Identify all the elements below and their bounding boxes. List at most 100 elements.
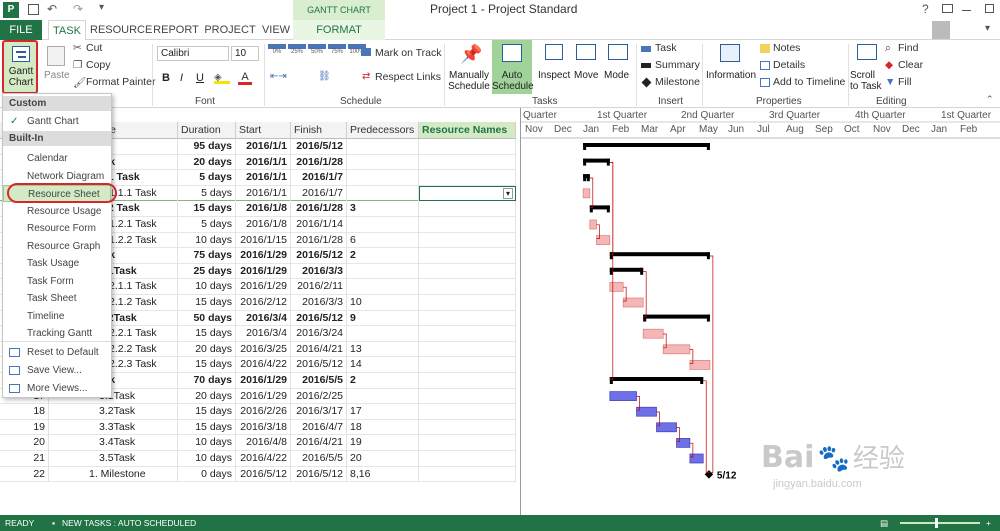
tab-file[interactable]: FILE — [0, 20, 42, 40]
task-duration[interactable]: 20 days — [178, 388, 236, 405]
task-name[interactable]: 3.4Task — [85, 435, 178, 451]
task-start[interactable]: 2016/1/15 — [236, 232, 291, 249]
task-bar[interactable] — [582, 188, 591, 199]
menu-item-task-sheet[interactable]: Task Sheet — [3, 290, 111, 307]
menu-item-calendar[interactable]: Calendar — [3, 150, 111, 167]
task-start[interactable]: 2016/3/25 — [236, 341, 291, 358]
tab-format[interactable]: FORMAT — [293, 20, 385, 40]
task-start[interactable]: 2016/3/4 — [236, 326, 291, 342]
task-start[interactable]: 2016/1/29 — [236, 248, 291, 264]
undo-icon[interactable]: ↶ — [47, 2, 57, 16]
restore-icon[interactable] — [985, 4, 994, 13]
format-painter-button[interactable]: Format Painter — [86, 76, 155, 88]
column-header-predecessors[interactable]: Predecessors — [347, 122, 419, 139]
view-icon[interactable]: ▤ — [880, 515, 888, 531]
task-predecessors[interactable]: 2 — [347, 248, 419, 264]
menu-item-task-usage[interactable]: Task Usage — [3, 255, 111, 272]
task-finish[interactable]: 2016/5/12 — [291, 139, 347, 155]
insert-milestone-button[interactable]: Milestone — [655, 76, 700, 88]
task-duration[interactable]: 25 days — [178, 263, 236, 280]
summary-bar-cap-end[interactable] — [606, 205, 610, 213]
indent-icon[interactable]: ⇤⇥ — [270, 71, 287, 82]
task-resource-names[interactable] — [419, 326, 516, 342]
task-finish[interactable]: 2016/3/24 — [291, 326, 347, 342]
ribbon-display-icon[interactable] — [942, 4, 953, 13]
task-resource-names[interactable] — [419, 295, 516, 311]
dependency-link[interactable] — [609, 162, 614, 255]
notes-button[interactable]: Notes — [773, 42, 800, 54]
task-duration[interactable]: 50 days — [178, 310, 236, 327]
task-predecessors[interactable] — [347, 279, 419, 295]
summary-bar-cap-start[interactable] — [583, 174, 587, 182]
task-finish[interactable]: 2016/1/28 — [291, 232, 347, 249]
link-icon[interactable]: ⛓ — [318, 71, 331, 82]
menu-item-timeline[interactable]: Timeline — [3, 308, 111, 325]
details-button[interactable]: Details — [773, 59, 805, 71]
task-predecessors[interactable]: 17 — [347, 404, 419, 420]
task-start[interactable]: 2016/3/18 — [236, 419, 291, 436]
summary-bar-cap-end[interactable] — [706, 314, 710, 322]
task-finish[interactable]: 2016/1/28 — [291, 154, 347, 171]
task-resource-names[interactable] — [419, 248, 516, 264]
summary-bar-cap-start[interactable] — [583, 158, 587, 166]
mark-on-track-button[interactable]: Mark on Track — [375, 47, 442, 59]
summary-bar[interactable] — [609, 377, 704, 381]
task-finish[interactable]: 2016/5/5 — [291, 373, 347, 389]
task-start[interactable]: 2016/4/22 — [236, 451, 291, 467]
task-finish[interactable]: 2016/3/17 — [291, 404, 347, 420]
task-predecessors[interactable]: 20 — [347, 451, 419, 467]
task-name[interactable]: 3.3Task — [85, 419, 178, 436]
menu-item-tracking-gantt[interactable]: Tracking Gantt — [3, 325, 111, 342]
dependency-link[interactable] — [643, 271, 647, 317]
summary-bar[interactable] — [643, 314, 710, 319]
cut-button[interactable]: Cut — [86, 42, 102, 54]
font-color-icon[interactable]: A — [238, 71, 252, 85]
task-resource-names[interactable] — [419, 466, 516, 483]
task-predecessors[interactable] — [347, 217, 419, 233]
gantt-chart[interactable]: Quarter 1st Quarter 2nd Quarter 3rd Quarter… — [520, 108, 1000, 515]
percent-75-button[interactable]: 75% — [328, 44, 346, 58]
task-finish[interactable]: 2016/5/12 — [291, 310, 347, 327]
task-start[interactable]: 2016/2/12 — [236, 295, 291, 311]
task-duration[interactable]: 15 days — [178, 201, 236, 217]
task-finish[interactable]: 2016/4/21 — [291, 341, 347, 358]
task-resource-names[interactable] — [419, 201, 516, 217]
save-icon[interactable] — [28, 4, 39, 15]
task-predecessors[interactable] — [347, 326, 419, 342]
task-bar[interactable] — [689, 453, 704, 464]
task-duration[interactable]: 15 days — [178, 295, 236, 311]
fill-button[interactable]: Fill — [898, 76, 911, 88]
task-duration[interactable]: 95 days — [178, 139, 236, 155]
menu-item-task-form[interactable]: Task Form — [3, 273, 111, 290]
summary-bar-cap-start[interactable] — [609, 252, 613, 260]
task-duration[interactable]: 20 days — [178, 154, 236, 171]
customize-qat-icon[interactable]: ▾ — [99, 2, 104, 13]
summary-bar-cap-start[interactable] — [609, 377, 613, 384]
column-header-start[interactable]: Start — [236, 122, 291, 139]
row-id[interactable]: 21 — [0, 451, 49, 467]
tab-project[interactable]: PROJECT — [204, 20, 256, 40]
task-start[interactable]: 2016/1/1 — [236, 154, 291, 171]
column-header-finish[interactable]: Finish — [291, 122, 347, 139]
task-name[interactable]: 3.5Task — [85, 451, 178, 467]
task-predecessors[interactable]: 6 — [347, 232, 419, 249]
summary-bar[interactable] — [609, 252, 710, 257]
task-predecessors[interactable]: 9 — [347, 310, 419, 327]
percent-50-button[interactable]: 50% — [308, 44, 326, 58]
task-start[interactable]: 2016/5/12 — [236, 466, 291, 483]
task-predecessors[interactable]: 8,16 — [347, 466, 419, 483]
summary-bar-cap-end[interactable] — [706, 143, 710, 150]
task-predecessors[interactable]: 14 — [347, 357, 419, 373]
menu-item-resource-graph[interactable]: Resource Graph — [3, 238, 111, 255]
status-new-tasks[interactable]: NEW TASKS : AUTO SCHEDULED — [62, 515, 196, 531]
summary-bar[interactable] — [609, 267, 644, 272]
task-duration[interactable]: 10 days — [178, 451, 236, 467]
task-finish[interactable]: 2016/1/7 — [291, 170, 347, 186]
task-resource-names[interactable] — [419, 451, 516, 467]
task-bar[interactable] — [589, 219, 597, 230]
task-finish[interactable]: 2016/2/25 — [291, 388, 347, 405]
redo-icon[interactable]: ↷ — [73, 2, 83, 16]
tab-view[interactable]: VIEW — [260, 20, 292, 40]
task-duration[interactable]: 70 days — [178, 373, 236, 389]
summary-bar-cap-start[interactable] — [643, 314, 647, 322]
